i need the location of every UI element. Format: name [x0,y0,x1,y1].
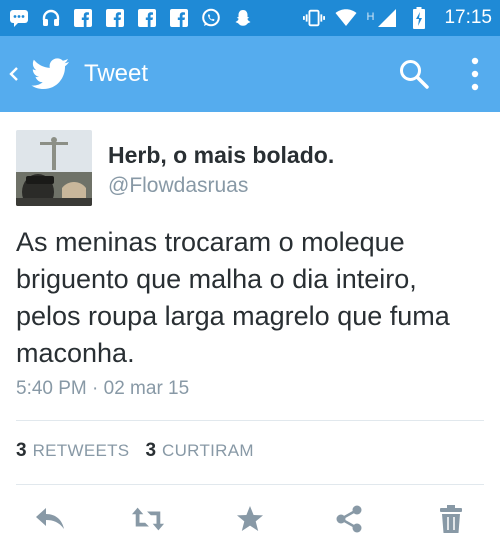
wifi-icon [335,7,357,29]
likes-label[interactable]: CURTIRAM [162,441,254,461]
system-icons: H 17:15 [302,7,492,29]
favorite-star-icon[interactable] [233,502,267,536]
reply-icon[interactable] [33,502,67,536]
facebook-icon [168,7,190,29]
notification-icons [8,7,254,29]
avatar[interactable] [16,130,92,206]
divider [16,484,484,485]
whatsapp-icon [200,7,222,29]
search-icon[interactable] [398,58,430,90]
retweets-count[interactable]: 3 [16,440,27,462]
facebook-icon [104,7,126,29]
toolbar-title: Tweet [84,60,149,87]
tweet-text: As meninas trocaram o moleque briguento … [16,227,450,368]
divider [16,420,484,421]
author-name[interactable]: Herb, o mais bolado. [108,142,334,169]
share-icon[interactable] [332,502,366,536]
tweet-action-bar [0,496,500,540]
headphones-icon [40,7,62,29]
tweet-stats: 3 RETWEETS 3 CURTIRAM [16,440,270,462]
facebook-icon [136,7,158,29]
twitter-bird-icon[interactable] [30,58,70,90]
retweets-label[interactable]: RETWEETS [33,441,130,461]
overflow-menu-icon[interactable] [466,56,484,92]
facebook-icon [72,7,94,29]
status-bar: H 17:15 [0,0,500,36]
battery-charging-icon [408,7,430,29]
tweet-timestamp: 5:40 PM · 02 mar 15 [16,378,190,399]
signal-icon [376,7,398,29]
clock: 17:15 [444,7,492,28]
vibrate-icon [302,7,325,29]
app-toolbar: Tweet [0,36,500,112]
likes-count[interactable]: 3 [145,440,156,462]
chevron-left-icon[interactable] [8,59,24,90]
snapchat-icon [232,7,254,29]
chat-icon [8,7,30,29]
author-handle[interactable]: @Flowdasruas [108,174,248,198]
network-type-label: H [366,11,375,23]
retweet-icon[interactable] [131,502,165,536]
delete-trash-icon[interactable] [434,502,468,536]
